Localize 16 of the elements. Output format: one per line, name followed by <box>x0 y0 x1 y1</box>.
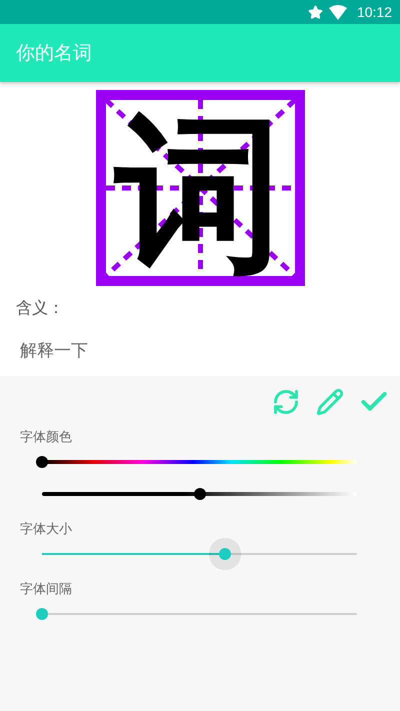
edit-button[interactable] <box>314 386 346 418</box>
star-icon <box>308 4 323 20</box>
slider-thumb[interactable] <box>194 488 206 500</box>
meaning-text: 解释一下 <box>20 340 89 362</box>
meaning-label: 含义： <box>16 298 65 319</box>
setting-label: 字体大小 <box>20 521 73 538</box>
pencil-icon <box>316 388 344 416</box>
slider-thumb[interactable] <box>36 608 48 620</box>
setting-label: 字体间隔 <box>20 581 73 598</box>
slider-thumb[interactable] <box>218 548 231 560</box>
status-time: 10:12 <box>356 4 392 20</box>
setting-label: 字体颜色 <box>20 429 73 446</box>
slider-thumb[interactable] <box>36 456 48 468</box>
app-title: 你的名词 <box>16 41 92 66</box>
refresh-icon <box>272 388 300 416</box>
wifi-icon <box>328 4 347 20</box>
